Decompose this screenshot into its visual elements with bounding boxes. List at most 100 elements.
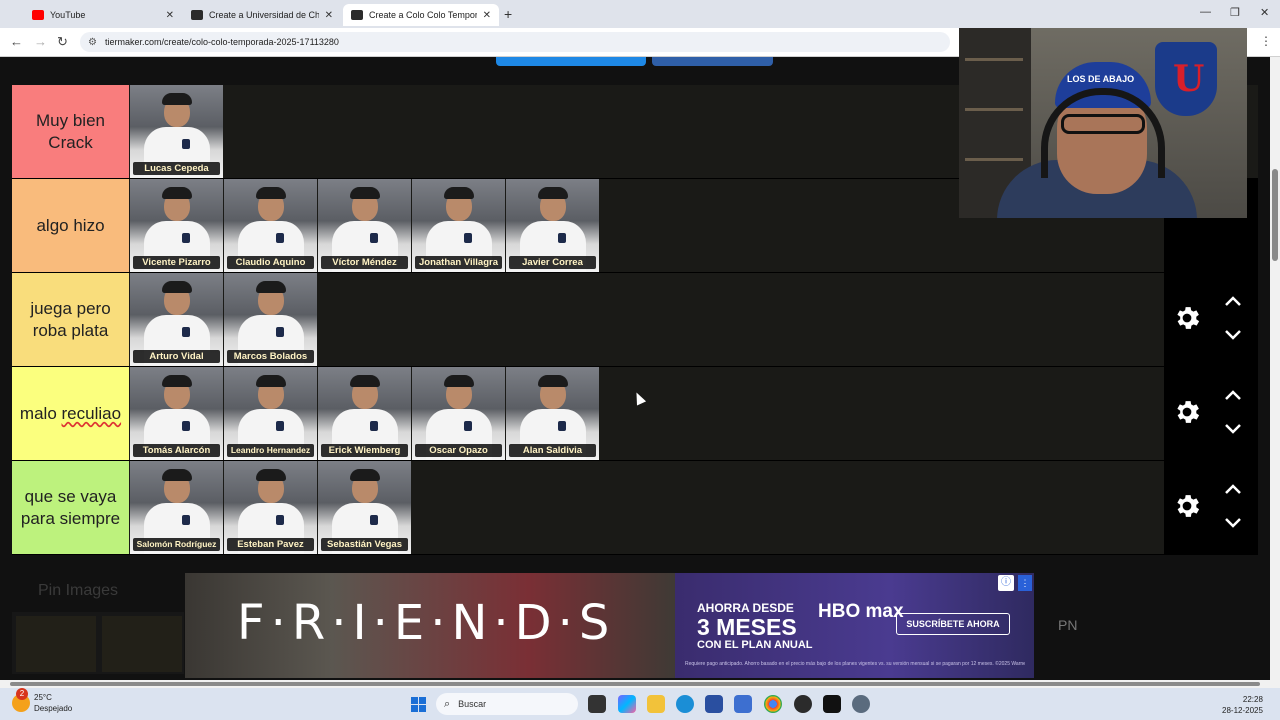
player-card[interactable]: Claudio Aquino	[224, 179, 317, 272]
tier-items: Vicente Pizarro Claudio Aquino Víctor Mé…	[130, 179, 600, 272]
search-icon: ⌕	[444, 697, 451, 710]
tier-label[interactable]: malo reculiao	[12, 367, 129, 460]
scrollbar-thumb[interactable]	[1272, 169, 1278, 261]
store-icon[interactable]	[705, 695, 723, 713]
forward-icon[interactable]: →	[34, 34, 47, 49]
site-info-icon[interactable]: ⚙	[88, 37, 97, 48]
tab-label: YouTube	[50, 10, 86, 20]
ad-menu-icon[interactable]: ⋮	[1018, 575, 1032, 591]
new-tab-button[interactable]: +	[504, 6, 512, 22]
tier-label[interactable]: juega pero roba plata	[12, 273, 129, 366]
reload-icon[interactable]: ↻	[57, 34, 68, 50]
move-up-icon[interactable]	[1224, 295, 1242, 307]
tab-youtube[interactable]: YouTube ✕	[24, 4, 182, 26]
copilot-icon[interactable]	[618, 695, 636, 713]
vertical-scrollbar[interactable]	[1270, 57, 1280, 680]
minimize-icon[interactable]: —	[1200, 6, 1211, 18]
player-card[interactable]: Víctor Méndez	[318, 179, 411, 272]
subscribe-button[interactable]: SUSCRÍBETE AHORA	[896, 613, 1010, 635]
player-name: Javier Correa	[509, 256, 596, 269]
cap-text: LOS DE ABAJO	[1067, 74, 1135, 84]
tab-label: Create a Universidad de Chile T	[209, 10, 319, 20]
url-text: tiermaker.com/create/colo-colo-temporada…	[104, 37, 339, 47]
hbo-max-logo: HBO max	[818, 601, 904, 622]
restore-icon[interactable]: ❐	[1230, 6, 1240, 19]
mail-icon[interactable]	[734, 695, 752, 713]
horizontal-scrollbar[interactable]	[0, 680, 1280, 688]
task-view-icon[interactable]	[588, 695, 606, 713]
edge-icon[interactable]	[676, 695, 694, 713]
player-name: Claudio Aquino	[227, 256, 314, 269]
close-window-icon[interactable]: ✕	[1260, 6, 1269, 19]
close-tab-icon[interactable]: ✕	[325, 10, 333, 21]
player-card[interactable]: Javier Correa	[506, 179, 599, 272]
move-up-icon[interactable]	[1224, 483, 1242, 495]
player-card[interactable]: Marcos Bolados	[224, 273, 317, 366]
pn-label: PN	[1058, 617, 1078, 633]
tier-items: Tomás Alarcón Leandro Hernandez Erick Wi…	[130, 367, 600, 460]
team-crest: U	[1155, 42, 1217, 116]
tab-universidad[interactable]: Create a Universidad de Chile T ✕	[183, 4, 341, 26]
gear-icon[interactable]	[1172, 397, 1202, 427]
close-tab-icon[interactable]: ✕	[166, 10, 174, 21]
share-button[interactable]	[652, 57, 773, 66]
thumbnail[interactable]	[16, 616, 96, 672]
player-card[interactable]: Salomón Rodríguez	[130, 461, 223, 554]
windows-taskbar: 2 25°C Despejado ⌕ Buscar 22:28 28-12-20…	[0, 688, 1280, 720]
windows-start-icon[interactable]	[411, 697, 426, 712]
tab-colo-colo[interactable]: Create a Colo Colo Temporada ✕	[343, 4, 499, 26]
move-down-icon[interactable]	[1224, 517, 1242, 529]
tier-row: malo reculiao Tomás Alarcón Leandro Hern…	[12, 367, 1258, 461]
player-name: Salomón Rodríguez	[133, 538, 220, 551]
move-down-icon[interactable]	[1224, 329, 1242, 341]
tier-row: juega pero roba plata Arturo Vidal Marco…	[12, 273, 1258, 367]
obs-icon[interactable]	[794, 695, 812, 713]
player-name: Lucas Cepeda	[133, 162, 220, 175]
tier-items: Lucas Cepeda	[130, 85, 224, 178]
chrome-icon[interactable]	[764, 695, 782, 713]
tier-label[interactable]: Muy bien Crack	[12, 85, 129, 178]
back-icon[interactable]: ←	[10, 34, 23, 49]
weather-widget[interactable]: 2 25°C Despejado	[12, 688, 72, 714]
taskbar-search[interactable]: ⌕ Buscar	[436, 693, 578, 715]
player-card[interactable]: Alan Saldivia	[506, 367, 599, 460]
pin-images-label[interactable]: Pin Images	[38, 582, 118, 600]
player-card[interactable]: Lucas Cepeda	[130, 85, 223, 178]
file-explorer-icon[interactable]	[647, 695, 665, 713]
browser-menu-icon[interactable]: ⋮	[1260, 34, 1272, 48]
tier-controls	[1164, 273, 1258, 366]
hbo-promo: AHORRA DESDE 3 MESES CON EL PLAN ANUAL H…	[675, 573, 1034, 678]
tier-items: Salomón Rodríguez Esteban Pavez Sebastiá…	[130, 461, 412, 554]
save-download-button[interactable]	[496, 57, 646, 66]
close-tab-icon[interactable]: ✕	[483, 10, 491, 21]
tiktok-icon[interactable]	[823, 695, 841, 713]
thumbnail[interactable]	[102, 616, 182, 672]
tier-label[interactable]: que se vaya para siempre	[12, 461, 129, 554]
player-card[interactable]: Sebastián Vegas	[318, 461, 411, 554]
player-card[interactable]: Erick Wiemberg	[318, 367, 411, 460]
player-name: Sebastián Vegas	[321, 538, 408, 551]
system-clock[interactable]: 22:28 28-12-2025	[1222, 694, 1263, 716]
address-bar[interactable]: ⚙ tiermaker.com/create/colo-colo-tempora…	[80, 32, 950, 52]
player-card[interactable]: Leandro Hernandez	[224, 367, 317, 460]
player-card[interactable]: Vicente Pizarro	[130, 179, 223, 272]
tiermaker-icon	[351, 10, 363, 20]
gear-icon[interactable]	[1172, 303, 1202, 333]
settings-icon[interactable]	[852, 695, 870, 713]
player-card[interactable]: Oscar Opazo	[412, 367, 505, 460]
tier-label-prefix: malo	[19, 403, 57, 423]
promo-line2: 3 MESES	[697, 614, 797, 640]
move-up-icon[interactable]	[1224, 389, 1242, 401]
player-name: Arturo Vidal	[133, 350, 220, 363]
player-card[interactable]: Tomás Alarcón	[130, 367, 223, 460]
advertisement-banner[interactable]: F·R·I·E·N·D·S AHORRA DESDE 3 MESES CON E…	[185, 573, 1034, 678]
player-card[interactable]: Arturo Vidal	[130, 273, 223, 366]
scrollbar-thumb[interactable]	[10, 682, 1260, 686]
gear-icon[interactable]	[1172, 491, 1202, 521]
player-card[interactable]: Jonathan Villagra	[412, 179, 505, 272]
tier-label[interactable]: algo hizo	[12, 179, 129, 272]
ad-info-icon[interactable]: ⓘ	[998, 575, 1014, 591]
player-name: Marcos Bolados	[227, 350, 314, 363]
move-down-icon[interactable]	[1224, 423, 1242, 435]
player-card[interactable]: Esteban Pavez	[224, 461, 317, 554]
